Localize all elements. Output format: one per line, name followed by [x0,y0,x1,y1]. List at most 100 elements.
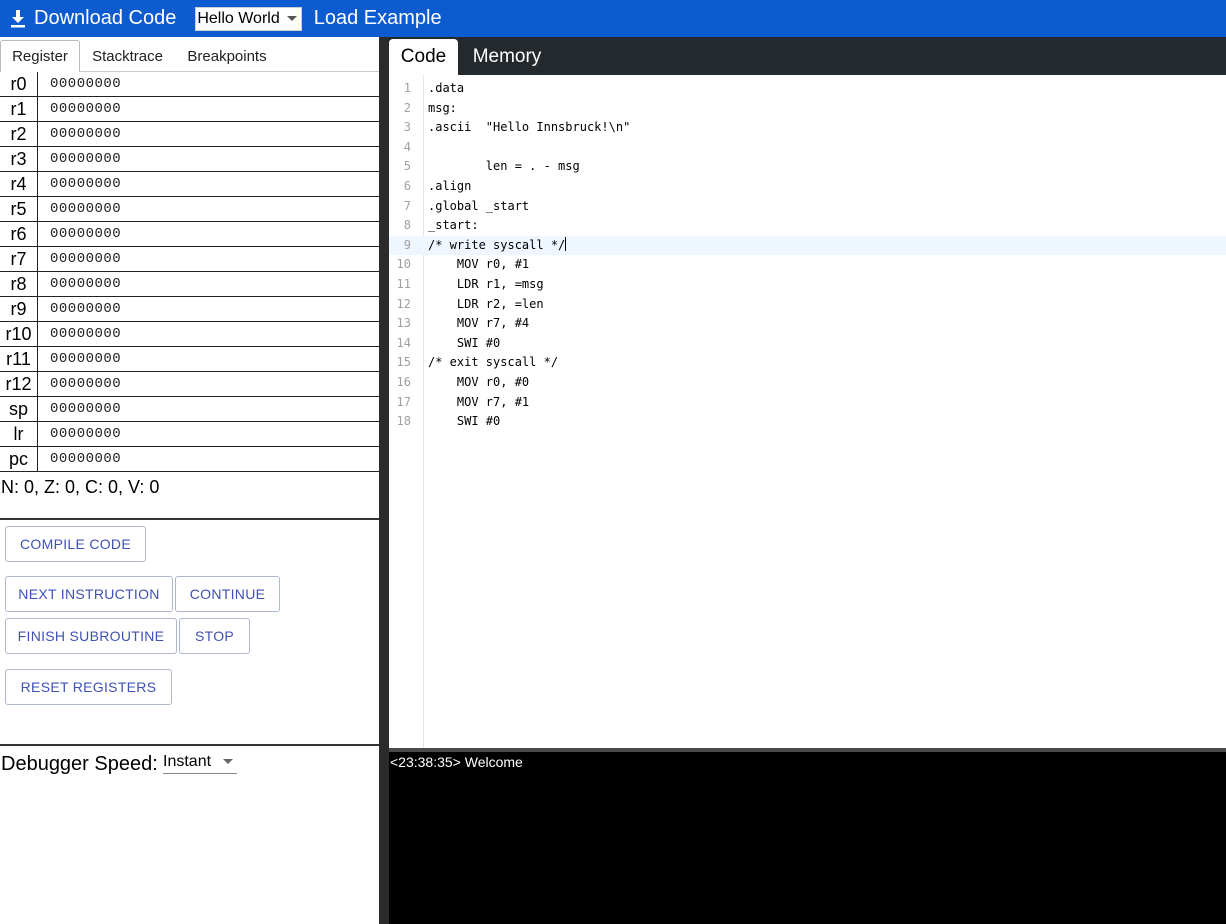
code-line[interactable]: 17 MOV r7, #1 [389,393,1226,413]
line-number[interactable]: 10 [389,255,411,275]
code-text: /* write syscall */ [428,236,567,252]
line-number[interactable]: 16 [389,373,411,393]
line-number[interactable]: 15 [389,353,411,373]
debugger-panel: Register Stacktrace Breakpoints r0 000000… [0,37,380,924]
register-name: pc [0,447,38,471]
register-table: r0 00000000 r1 00000000 r2 00000000 r3 00000000… [0,72,380,472]
register-name: r4 [0,172,38,196]
code-line[interactable]: 5 len = . - msg [389,157,1226,177]
code-line[interactable]: 15 /* exit syscall */ [389,353,1226,373]
chevron-down-icon [286,16,297,21]
code-text: MOV r0, #0 [428,375,530,389]
code-text: .data [428,81,465,95]
panel-divider[interactable] [379,37,389,924]
code-line[interactable]: 14 SWI #0 [389,334,1226,354]
tab-breakpoints[interactable]: Breakpoints [175,40,279,72]
reset-registers-button[interactable]: RESET REGISTERS [5,669,172,705]
tab-register[interactable]: Register [0,40,80,72]
section-divider [0,518,380,520]
register-value: 00000000 [50,76,122,92]
stop-button[interactable]: STOP [179,618,250,654]
register-row: r3 00000000 [0,147,380,172]
register-row: r4 00000000 [0,172,380,197]
register-row: pc 00000000 [0,447,380,472]
register-value: 00000000 [50,401,122,417]
download-icon [11,9,25,27]
register-name: r0 [0,72,38,96]
register-name: lr [0,422,38,446]
register-row: sp 00000000 [0,397,380,422]
line-number[interactable]: 9 [389,236,411,256]
code-line[interactable]: 18 SWI #0 [389,412,1226,432]
register-row: r9 00000000 [0,297,380,322]
code-line[interactable]: 11 LDR r1, =msg [389,275,1226,295]
register-name: r11 [0,347,38,371]
code-line[interactable]: 16 MOV r0, #0 [389,373,1226,393]
code-text: /* exit syscall */ [428,355,559,370]
line-number[interactable]: 17 [389,393,411,413]
tab-memory[interactable]: Memory [458,39,556,75]
code-text: SWI #0 [428,335,501,350]
tab-stacktrace[interactable]: Stacktrace [80,40,175,72]
console-output: <23:38:35> Welcome [389,752,1226,924]
code-line[interactable]: 4 [389,138,1226,158]
editor-panel: Code Memory 1 .data 2 msg: 3 .ascii "Hello In… [389,37,1226,924]
register-value: 00000000 [50,201,122,217]
next-instruction-button[interactable]: NEXT INSTRUCTION [5,576,173,612]
register-value: 00000000 [50,451,122,467]
code-line[interactable]: 3 .ascii "Hello Innsbruck!\n" [389,118,1226,138]
finish-subroutine-button[interactable]: FINISH SUBROUTINE [5,618,177,654]
register-name: r9 [0,297,38,321]
line-number[interactable]: 18 [389,412,411,432]
register-value: 00000000 [50,426,122,442]
code-line[interactable]: 13 MOV r7, #4 [389,314,1226,334]
top-toolbar: Download Code Hello World Load Example [0,0,1226,37]
example-select[interactable]: Hello World [195,6,302,31]
debugger-speed-value: Instant [163,752,212,770]
register-name: r7 [0,247,38,271]
debugger-speed-select[interactable]: Instant [163,750,237,774]
register-row: lr 00000000 [0,422,380,447]
tab-code[interactable]: Code [389,39,458,75]
continue-button[interactable]: CONTINUE [175,576,280,612]
line-number[interactable]: 5 [389,157,411,177]
code-line[interactable]: 9 /* write syscall */ [389,235,1226,256]
register-value: 00000000 [50,276,122,292]
code-line[interactable]: 1 .data [389,79,1226,99]
register-row: r6 00000000 [0,222,380,247]
code-line[interactable]: 10 MOV r0, #1 [389,255,1226,275]
code-text: LDR r2, =len [428,296,544,311]
code-line[interactable]: 2 msg: [389,99,1226,119]
line-number[interactable]: 7 [389,197,411,217]
line-number[interactable]: 2 [389,99,411,119]
line-number[interactable]: 3 [389,118,411,138]
code-line[interactable]: 6 .align [389,177,1226,197]
code-editor[interactable]: 1 .data 2 msg: 3 .ascii "Hello Innsbruck!\n" 4… [389,75,1226,748]
right-tab-bar: Code Memory [389,37,1226,75]
line-number[interactable]: 13 [389,314,411,334]
code-line[interactable]: 7 .global _start [389,197,1226,217]
register-value: 00000000 [50,251,122,267]
download-code-label: Download Code [34,7,177,29]
left-tab-bar: Register Stacktrace Breakpoints [0,37,380,72]
register-row: r10 00000000 [0,322,380,347]
code-line[interactable]: 12 LDR r2, =len [389,295,1226,315]
line-number[interactable]: 11 [389,275,411,295]
line-number[interactable]: 14 [389,334,411,354]
code-line[interactable]: 8 _start: [389,216,1226,236]
register-name: r8 [0,272,38,296]
code-text: LDR r1, =msg [428,277,544,291]
line-number[interactable]: 12 [389,295,411,315]
line-number[interactable]: 4 [389,138,411,158]
register-name: r10 [0,322,38,346]
status-flags: N: 0, Z: 0, C: 0, V: 0 [1,477,160,497]
line-number[interactable]: 1 [389,79,411,99]
code-text: msg: [428,100,457,115]
register-row: r5 00000000 [0,197,380,222]
register-value: 00000000 [50,376,122,392]
line-number[interactable]: 6 [389,177,411,197]
load-example-button[interactable]: Load Example [314,7,442,30]
download-code-button[interactable]: Download Code [0,0,176,37]
compile-code-button[interactable]: COMPILE CODE [5,526,146,562]
line-number[interactable]: 8 [389,216,411,236]
